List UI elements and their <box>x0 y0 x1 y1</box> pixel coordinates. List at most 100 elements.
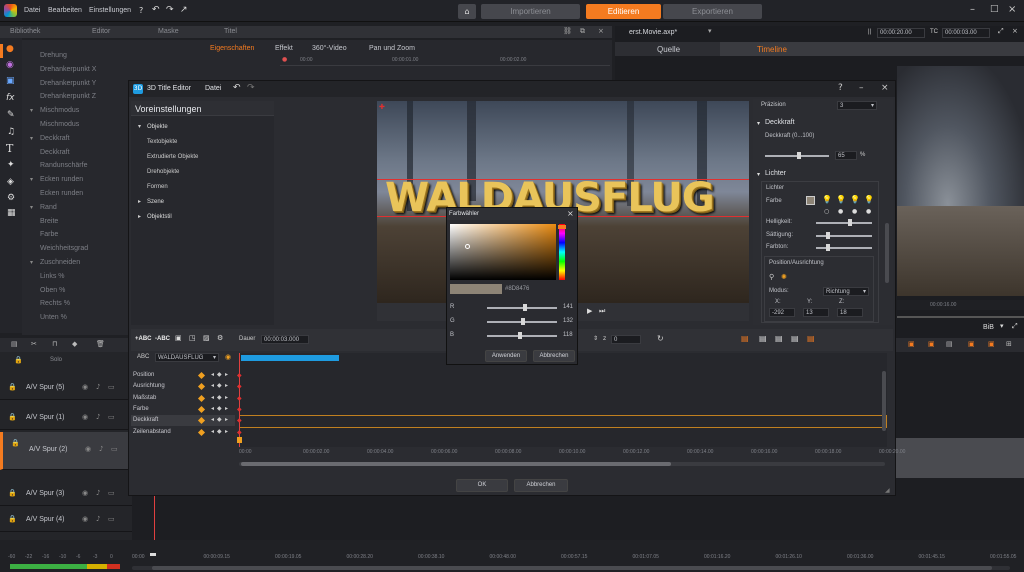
timeline-ruler[interactable]: 00:00 00:00:09.15 00:00:19.05 00:00:28.20 00… <box>132 554 1024 564</box>
saturation-thumb[interactable] <box>826 232 830 239</box>
visibility-icon[interactable]: ◉ <box>82 383 88 391</box>
visibility-icon[interactable]: ◉ <box>82 515 88 523</box>
b-value[interactable]: 118 <box>563 332 573 338</box>
keyframe-ruler[interactable]: 00:00 00:00:02.00 00:00:04.00 00:00:06.00 00… <box>239 447 905 457</box>
hue-strip[interactable] <box>558 224 566 280</box>
menu-datei[interactable]: Datei <box>24 7 40 14</box>
bulb-icon[interactable]: 💡 <box>836 195 846 204</box>
add-key-icon[interactable]: ◆ <box>217 371 222 378</box>
keyframe-diamond-icon[interactable] <box>197 383 206 391</box>
b-slider[interactable] <box>487 332 557 339</box>
media-icon[interactable]: ● <box>6 44 14 54</box>
title-duration-bar[interactable] <box>241 355 339 361</box>
sticker-icon[interactable]: ✦ <box>7 160 15 170</box>
tree-collapsed-icon[interactable]: ▸ <box>138 198 141 205</box>
tab-bibliothek[interactable]: Bibliothek <box>10 28 40 35</box>
tab-editor[interactable]: Editor <box>92 28 110 35</box>
keyframe-marker-icon[interactable]: ◆ <box>237 417 242 424</box>
pip-fullscreen-icon[interactable]: ⤢ <box>1012 322 1018 331</box>
tree-szene[interactable]: Szene <box>147 199 164 205</box>
tool-a-icon[interactable]: ▣ <box>908 340 915 348</box>
bib-label[interactable]: BiB <box>983 324 994 331</box>
picker-cursor[interactable] <box>465 244 470 249</box>
add-shape-icon[interactable]: ◳ <box>189 334 196 342</box>
transition-icon[interactable]: ▣ <box>6 76 15 86</box>
disc-icon[interactable]: ◉ <box>6 60 14 70</box>
g-slider[interactable] <box>487 318 557 325</box>
opacity-field[interactable]: 65 <box>835 151 857 160</box>
maximize-icon[interactable]: □ <box>990 4 999 14</box>
panel-close-icon[interactable]: × <box>598 27 604 35</box>
keyframe-marker-icon[interactable]: ◆ <box>237 406 242 413</box>
editor-menu-datei[interactable]: Datei <box>205 85 221 92</box>
picker-cancel-button[interactable]: Abbrechen <box>533 350 575 362</box>
section-toggle-icon[interactable]: ▾ <box>30 176 33 183</box>
r-slider[interactable] <box>487 304 557 311</box>
b-thumb[interactable] <box>518 332 522 339</box>
tool-d-icon[interactable]: ▣ <box>968 340 975 348</box>
spin-field[interactable]: 0 <box>611 335 641 344</box>
tool-f-icon[interactable]: ⊞ <box>1006 340 1012 348</box>
redo-icon[interactable]: ↷ <box>166 5 174 15</box>
keyframe-diamond-icon[interactable] <box>197 417 206 425</box>
add-key-icon[interactable]: ◆ <box>217 405 222 412</box>
marker-icon[interactable]: ◆ <box>72 340 77 348</box>
object-select[interactable]: WALDAUSFLUG ▾ <box>155 353 219 362</box>
next-key-icon[interactable]: ▸ <box>225 405 228 412</box>
close-icon[interactable]: × <box>1008 4 1016 15</box>
tool-e-icon[interactable]: ▣ <box>988 340 995 348</box>
align-c-icon[interactable]: ▤ <box>775 334 783 343</box>
tree-formen[interactable]: Formen <box>147 184 168 190</box>
keyframe-marker-icon[interactable]: ◆ <box>237 383 242 390</box>
tab-exportieren[interactable]: Exportieren <box>663 4 762 19</box>
undock-icon[interactable]: ⧉ <box>580 27 585 36</box>
hue-marker[interactable] <box>558 225 566 229</box>
light-color-swatch[interactable] <box>806 196 815 205</box>
add-key-icon[interactable]: ◆ <box>217 394 222 401</box>
share-icon[interactable]: ↗ <box>180 5 188 15</box>
prev-key-icon[interactable]: ◂ <box>211 382 214 389</box>
saturation-value-area[interactable] <box>450 224 556 280</box>
hex-value[interactable]: #8D8476 <box>505 286 529 292</box>
editor-minimize-icon[interactable]: – <box>859 83 864 93</box>
settings-scrollbar[interactable] <box>885 223 889 283</box>
precision-select[interactable]: 3 ▾ <box>837 101 877 110</box>
solo-lock-icon[interactable]: 🔒 <box>14 356 23 364</box>
x-field[interactable]: -292 <box>769 308 795 317</box>
section-expanded-icon[interactable]: ▾ <box>757 171 760 178</box>
editor-undo-icon[interactable]: ↶ <box>233 83 241 93</box>
cancel-button[interactable]: Abbrechen <box>514 479 568 492</box>
keyframe-diamond-icon[interactable] <box>197 428 206 436</box>
add-key-icon[interactable]: ◆ <box>217 428 222 435</box>
section-toggle-icon[interactable]: ▾ <box>30 204 33 211</box>
kf-playhead-handle[interactable] <box>237 437 242 443</box>
add-key-icon[interactable]: ◆ <box>217 382 222 389</box>
add-image-icon[interactable]: ▨ <box>203 334 210 342</box>
subtab-effekt[interactable]: Effekt <box>275 45 293 52</box>
home-button[interactable]: ⌂ <box>458 4 476 19</box>
duration-input[interactable]: 00:00:03.000 <box>261 335 309 344</box>
subtab-360[interactable]: 360°-Video <box>312 45 347 52</box>
prev-key-icon[interactable]: ◂ <box>211 371 214 378</box>
track-lock-icon[interactable]: 🔒 <box>11 439 20 447</box>
radio-filled-icon[interactable]: ● <box>838 208 843 215</box>
audio-icon[interactable]: ♪ <box>96 515 100 523</box>
reset-icon[interactable]: ↻ <box>657 334 664 343</box>
fullscreen-icon[interactable]: ⤢ <box>998 27 1004 36</box>
radio-empty-icon[interactable]: ○ <box>824 208 829 215</box>
minimize-icon[interactable]: – <box>970 4 975 15</box>
monitor-icon[interactable]: ▭ <box>108 489 115 497</box>
tree-extrudiert[interactable]: Extrudierte Objekte <box>147 154 198 160</box>
tab-titel[interactable]: Titel <box>224 28 237 35</box>
keyframe-marker-icon[interactable]: ◆ <box>237 372 242 379</box>
align-e-icon[interactable]: ▤ <box>807 334 815 343</box>
remove-text-button[interactable]: -ABC <box>155 336 170 342</box>
monitor-icon[interactable]: ▭ <box>108 515 115 523</box>
razor-icon[interactable]: ✂ <box>31 340 37 348</box>
r-thumb[interactable] <box>523 304 527 311</box>
keyframe-row[interactable]: Maßstab ◂ ◆ ▸ <box>131 393 235 404</box>
prev-key-icon[interactable]: ◂ <box>211 405 214 412</box>
light-move-icon[interactable]: ⚲ <box>769 273 774 281</box>
trash-icon[interactable]: 🗑 <box>96 340 105 348</box>
tab-quelle[interactable]: Quelle <box>615 42 720 56</box>
